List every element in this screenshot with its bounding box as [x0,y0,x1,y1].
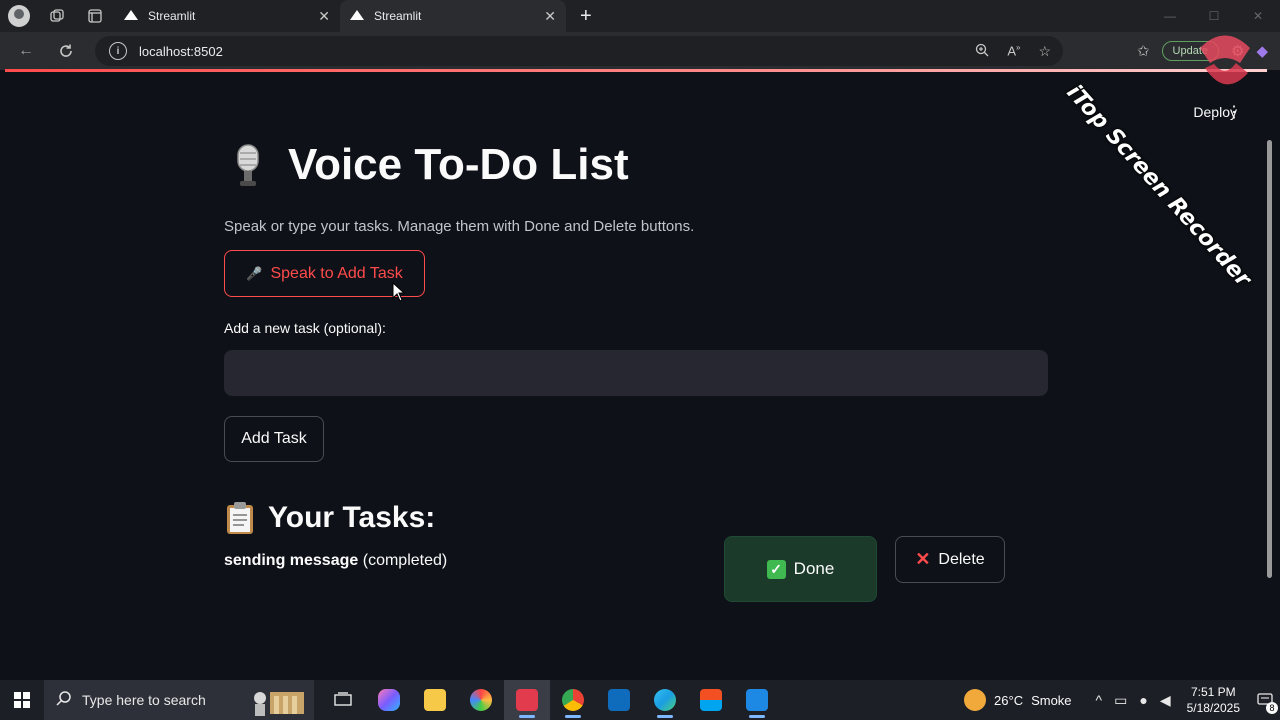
mouse-cursor-icon [392,282,406,302]
microphone-tray-icon[interactable]: ● [1139,692,1147,708]
battery-icon[interactable]: ▭ [1114,692,1127,709]
taskbar-search[interactable]: Type here to search [44,680,314,720]
done-label: Done [793,559,835,578]
microphone-icon: 🎤 [246,265,263,281]
main-content: Voice To-Do List Speak or type your task… [224,130,1048,632]
url-text: localhost:8502 [139,43,223,59]
notification-count: 8 [1266,702,1278,714]
new-tab-icon[interactable]: + [580,5,592,28]
weather-temp: 26°C [994,692,1024,708]
site-info-icon[interactable]: i [109,42,127,60]
tab-title: Streamlit [374,9,422,23]
weather-icon [964,689,987,711]
add-task-button[interactable]: Add Task [224,416,324,462]
tab-title: Streamlit [148,9,196,23]
done-button[interactable]: ✓ Done [724,536,877,602]
url-bar[interactable]: i localhost:8502 A» ☆ [95,36,1063,66]
check-mark-icon: ✓ [766,559,786,579]
recorder-logo-icon [1200,35,1250,85]
weather-widget[interactable]: 26°C Smoke [964,689,1072,711]
search-icon [56,690,72,711]
title-text: Voice To-Do List [288,140,629,189]
zoom-icon[interactable] [975,43,989,60]
task-status: (completed) [362,552,448,569]
close-tab-icon[interactable]: ✕ [318,8,330,25]
task-name: sending message [224,552,359,569]
tab-streamlit-1[interactable]: Streamlit ✕ [114,0,340,32]
favorites-icon[interactable]: ✩ [1137,42,1150,60]
page-title: Voice To-Do List [224,130,1048,200]
streamlit-app: Deploy Voice To-Do List Speak or type yo… [5,72,1267,680]
speaker-icon[interactable]: ◀ [1160,692,1171,709]
streamlit-icon [124,9,140,23]
browser-tab-bar: Streamlit ✕ Streamlit ✕ + — ☐ ✕ [0,0,1280,32]
minimize-icon[interactable]: — [1148,0,1192,32]
tab-streamlit-2[interactable]: Streamlit ✕ [340,0,566,32]
search-highlight-icon [254,692,304,716]
system-tray: 26°C Smoke ^ ▭ ● ◀ 7:51 PM 5/18/2025 8 [964,680,1280,720]
search-placeholder: Type here to search [82,692,206,708]
delete-label: Delete [938,550,985,568]
outlook-icon[interactable] [596,680,642,720]
store-icon[interactable] [688,680,734,720]
windows-start-icon[interactable] [0,680,44,720]
close-tab-icon[interactable]: ✕ [544,8,556,25]
speak-button-label: Speak to Add Task [270,264,403,282]
page-scrollbar[interactable] [1267,140,1272,578]
clock[interactable]: 7:51 PM 5/18/2025 [1187,684,1240,716]
tasks-heading: Your Tasks: [224,496,1048,540]
chrome-icon[interactable] [550,680,596,720]
workspaces-icon[interactable] [38,0,76,32]
task-view-icon[interactable] [320,680,366,720]
weather-condition: Smoke [1031,692,1072,708]
task-text: sending message (completed) [224,552,447,570]
new-task-input[interactable] [224,350,1048,396]
back-icon[interactable]: ← [6,32,46,70]
favorite-star-icon[interactable]: ☆ [1038,43,1051,60]
refresh-icon[interactable] [46,32,86,70]
screen-recorder-icon[interactable] [504,680,550,720]
microphone-emoji-icon [224,141,272,189]
caption-text: Speak or type your tasks. Manage them wi… [224,218,695,235]
vscode-icon[interactable] [734,680,780,720]
read-aloud-icon[interactable]: A» [1007,43,1020,58]
cross-mark-icon: ✕ [915,549,931,569]
edge-icon[interactable] [642,680,688,720]
main-menu-icon[interactable]: ⋮ [1226,102,1242,122]
new-task-label: Add a new task (optional): [224,320,386,336]
task-row: sending message (completed) ✓ Done ✕ Del… [224,536,1048,632]
tab-actions-icon[interactable] [76,0,114,32]
photos-icon[interactable] [458,680,504,720]
file-explorer-icon[interactable] [412,680,458,720]
windows-taskbar: Type here to search 26°C Smoke ^ ▭ ● ◀ 7… [0,680,1280,720]
streamlit-icon [350,9,366,23]
clock-time: 7:51 PM [1190,685,1236,699]
delete-button[interactable]: ✕ Delete [895,536,1005,583]
clock-date: 5/18/2025 [1186,701,1240,715]
copilot-app-icon[interactable] [366,680,412,720]
clipboard-emoji-icon [224,501,256,535]
profile-avatar[interactable] [8,5,30,27]
tasks-heading-text: Your Tasks: [268,501,436,534]
taskbar-apps [320,680,780,720]
chevron-up-icon[interactable]: ^ [1096,692,1103,708]
notification-icon[interactable]: 8 [1250,680,1280,720]
address-bar-row: ← i localhost:8502 A» ☆ ✩ Update ⚙ ◆ [0,32,1280,70]
